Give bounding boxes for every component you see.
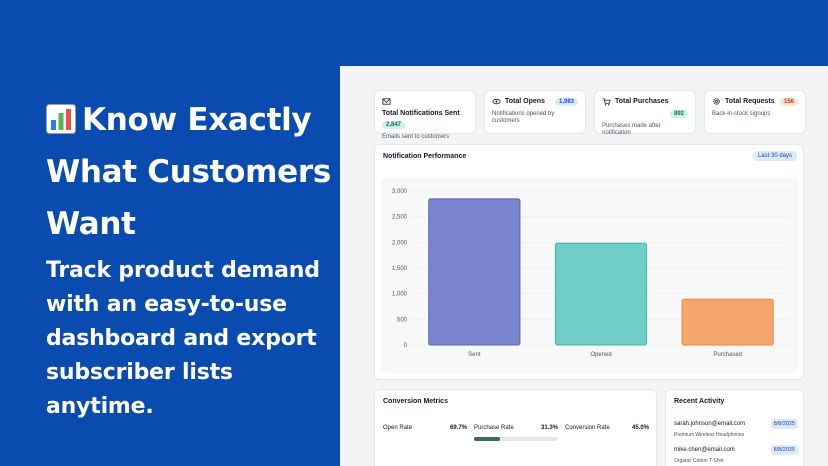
stat-description: Purchases made after notification	[602, 123, 661, 136]
stat-card-requests[interactable]: Total Requests 156 Back-in-stock signups	[704, 90, 806, 134]
dashboard-panel: Total Notifications Sent 2,847 Emails se…	[340, 66, 828, 466]
stat-badge: 2,847	[382, 121, 406, 129]
bar-purchased[interactable]	[681, 298, 774, 346]
promo-title-line-2: What Customers	[46, 154, 332, 190]
promo-subtitle-line-1: Track product demand	[46, 258, 320, 283]
stat-label: Total Purchases	[615, 98, 669, 105]
bar-sent[interactable]	[428, 198, 521, 346]
promo-title-line-3: Want	[46, 206, 136, 242]
activity-title: Recent Activity	[674, 398, 725, 405]
metrics-title: Conversion Metrics	[383, 398, 448, 405]
activity-item[interactable]: mike.chen@email.com Organic Cotton T-Shi…	[674, 445, 798, 464]
purchase-rate-progress-fill	[474, 437, 501, 441]
bar-opened[interactable]	[554, 242, 648, 346]
metric-value: 69.7%	[449, 425, 467, 431]
notification-performance-card: Notification Performance Last 30 days 0 5…	[374, 144, 804, 380]
bar-chart-emoji-icon	[46, 104, 76, 134]
metric-purchase-rate: Purchase Rate 31.3%	[474, 425, 558, 431]
activity-item[interactable]: sarah.johnson@email.com Premium Wireless…	[674, 419, 798, 438]
promo-subtitle-line-3: dashboard and export	[46, 326, 317, 351]
stat-badge: 156	[779, 97, 798, 106]
stat-description: Emails sent to customers	[382, 134, 450, 140]
gear-icon	[713, 98, 720, 105]
metric-value: 45.0%	[631, 425, 649, 431]
promo-subtitle-line-4: subscriber lists anytime.	[46, 360, 233, 419]
x-tick-label: Sent	[468, 352, 481, 358]
metric-conversion-rate: Conversion Rate 45.0%	[565, 425, 649, 431]
metric-open-rate: Open Rate 69.7%	[383, 425, 467, 431]
stat-label: Total Requests	[725, 98, 775, 105]
stat-description: Notifications opened by customers	[492, 111, 555, 124]
stat-description: Back-in-stock signups	[712, 111, 771, 117]
activity-date-badge: 8/8/2025	[770, 419, 798, 429]
promo-title-line-1: Know Exactly	[82, 102, 312, 138]
promo-section: Know Exactly What Customers Want Track p…	[46, 94, 336, 424]
mail-icon	[382, 98, 391, 105]
stat-label: Total Opens	[505, 98, 545, 105]
stat-card-purchases[interactable]: Total Purchases 892 Purchases made after…	[594, 90, 696, 136]
chart-title: Notification Performance	[383, 153, 467, 160]
metric-label: Purchase Rate	[474, 425, 514, 431]
period-selector[interactable]: Last 30 days	[752, 151, 797, 161]
y-tick-label: 1,000	[392, 292, 408, 298]
bar-chart: 0 500 1,000 1,500 2,000 2,500 3,000 Sent Opened P…	[392, 189, 791, 358]
x-tick-label: Purchased	[713, 352, 742, 358]
stat-badge: 1,983	[554, 97, 578, 106]
recent-activity-card: Recent Activity sarah.johnson@email.com …	[665, 389, 804, 466]
stat-badge: 892	[669, 110, 688, 118]
activity-product: Premium Wireless Headphones	[674, 432, 745, 438]
y-tick-label: 3,000	[392, 189, 408, 195]
promo-subtitle: Track product demand with an easy-to-use…	[46, 254, 336, 424]
activity-date-badge: 8/8/2025	[770, 445, 798, 455]
y-tick-label: 1,500	[392, 266, 408, 272]
stat-card-opens[interactable]: Total Opens 1,983 Notifications opened b…	[484, 90, 586, 134]
metric-label: Open Rate	[383, 425, 413, 431]
y-tick-label: 500	[397, 317, 408, 323]
y-tick-label: 0	[404, 343, 408, 349]
cart-icon	[602, 98, 611, 106]
stat-card-notifications-sent[interactable]: Total Notifications Sent 2,847 Emails se…	[374, 90, 476, 140]
promo-title: Know Exactly What Customers Want	[46, 94, 336, 250]
promo-subtitle-line-2: with an easy-to-use	[46, 292, 287, 317]
conversion-metrics-card: Conversion Metrics Open Rate 69.7% Purch…	[374, 389, 657, 466]
activity-product: Organic Cotton T-Shirt	[674, 458, 724, 464]
metric-label: Conversion Rate	[565, 425, 610, 431]
purchase-rate-progress	[474, 437, 558, 441]
x-tick-label: Opened	[590, 352, 611, 358]
metric-value: 31.3%	[540, 425, 558, 431]
eye-icon	[492, 98, 501, 105]
stat-label: Total Notifications Sent	[382, 110, 460, 117]
y-tick-label: 2,000	[392, 240, 408, 246]
y-tick-label: 2,500	[392, 215, 408, 221]
plot-area: 0 500 1,000 1,500 2,000 2,500 3,000 Sent Opened P…	[381, 177, 799, 373]
